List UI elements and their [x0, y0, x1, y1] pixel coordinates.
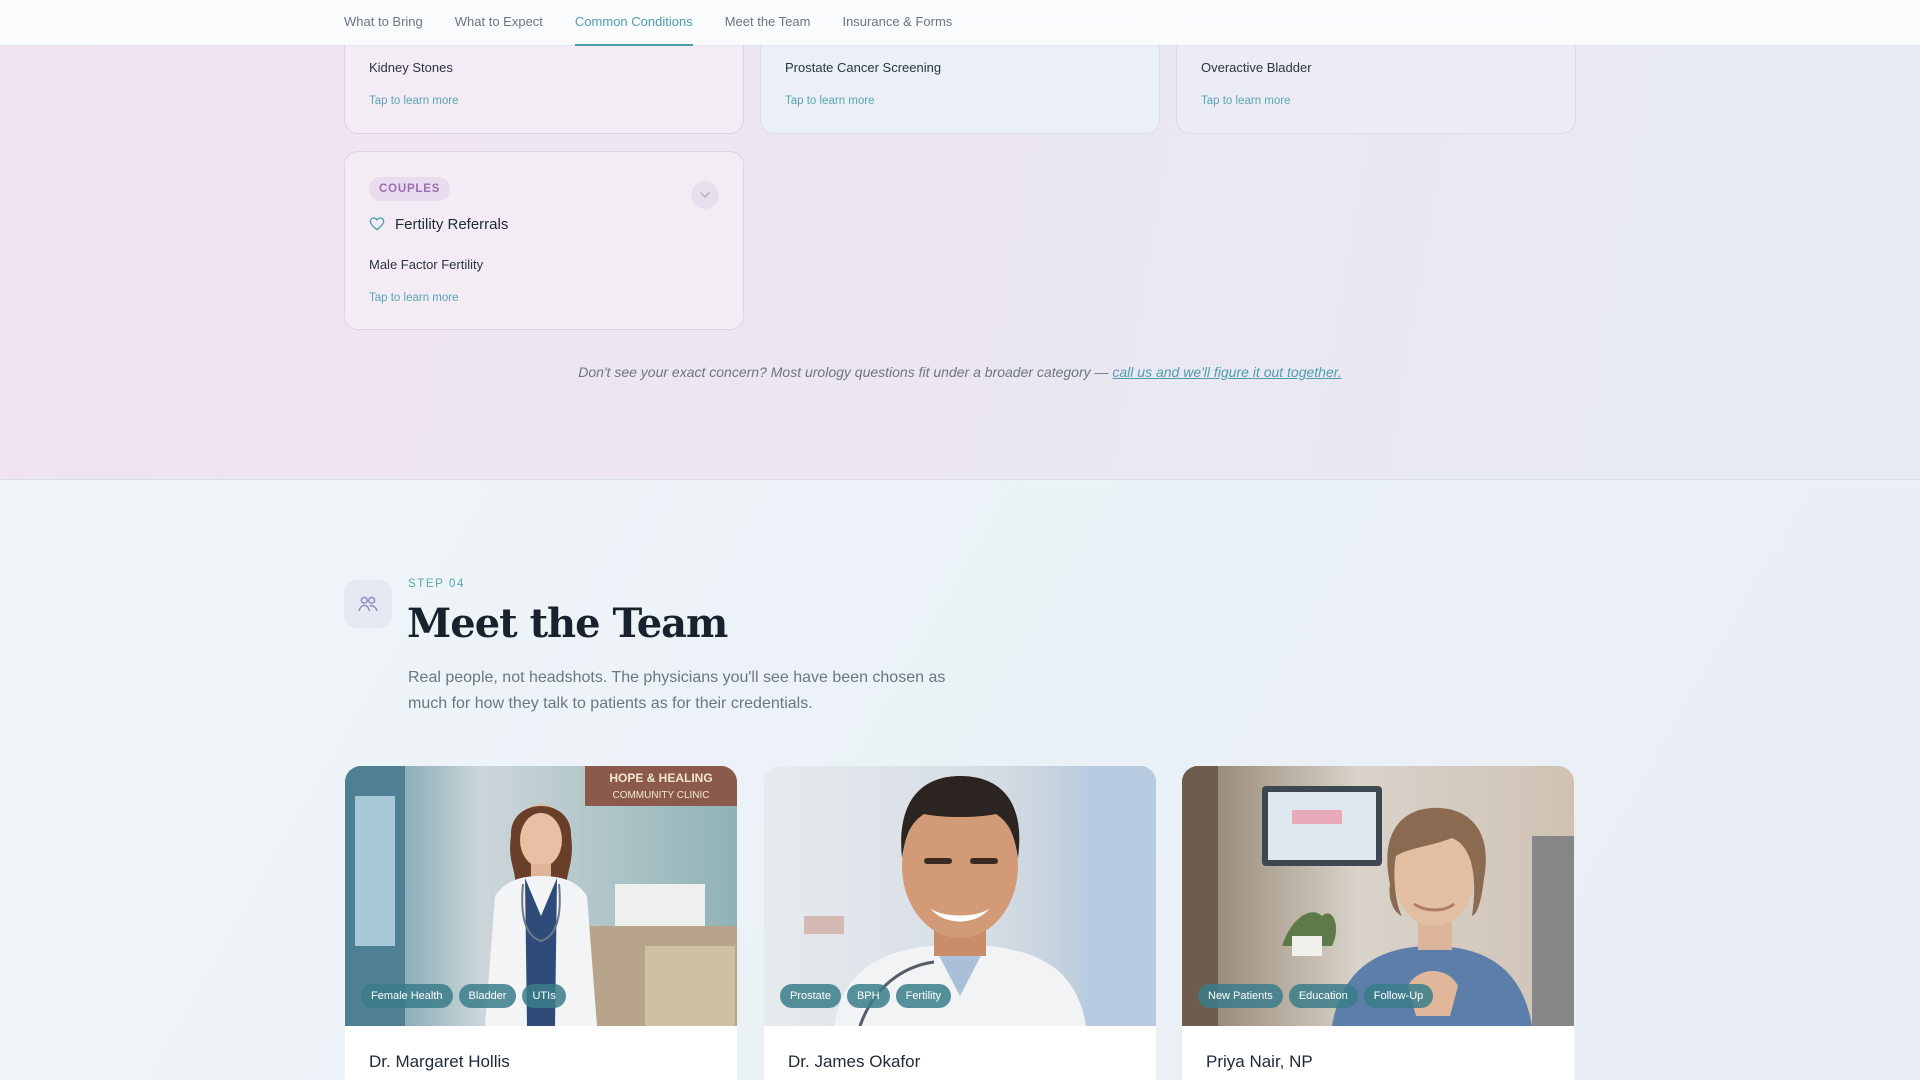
member-name: Priya Nair, NP — [1206, 1052, 1313, 1071]
learn-more-link[interactable]: Tap to learn more — [369, 95, 459, 107]
chevron-down-icon — [700, 192, 710, 198]
nav-link-what-to-expect[interactable]: What to Expect — [455, 0, 543, 46]
section-description: Real people, not headshots. The physicia… — [408, 669, 946, 712]
svg-text:COMMUNITY CLINIC: COMMUNITY CLINIC — [612, 790, 709, 801]
member-name: Dr. Margaret Hollis — [369, 1052, 510, 1071]
expand-button[interactable] — [691, 181, 719, 209]
specialty-tag: Bladder — [458, 984, 517, 1008]
condition-name: Kidney Stones — [369, 60, 453, 75]
meet-the-team-section: STEP 04 Meet the Team Real people, not h… — [0, 481, 1920, 1080]
nav-link-what-to-bring[interactable]: What to Bring — [344, 0, 423, 46]
step-label: STEP 04 — [408, 578, 466, 590]
specialty-tag: New Patients — [1198, 984, 1283, 1008]
common-conditions-section: Kidney Stones Tap to learn more Prostate… — [0, 0, 1920, 480]
specialty-tag: Education — [1288, 984, 1358, 1008]
users-icon — [358, 596, 378, 612]
svg-text:HOPE & HEALING: HOPE & HEALING — [609, 771, 712, 785]
condition-card-fertility-referrals[interactable]: COUPLES Fertility Referrals Male Factor … — [344, 151, 744, 330]
specialty-tag: BPH — [846, 984, 890, 1008]
condition-name: Prostate Cancer Screening — [785, 60, 942, 75]
member-tags: Prostate BPH Fertility — [780, 984, 957, 1008]
member-tags: New Patients Education Follow-Up — [1198, 984, 1439, 1008]
nav-link-insurance-forms[interactable]: Insurance & Forms — [842, 0, 952, 46]
section-title: Meet the Team — [407, 600, 728, 647]
concern-note-text: Don't see your exact concern? Most urolo… — [578, 364, 1113, 380]
specialty-tag: Female Health — [361, 984, 453, 1008]
step-icon-box — [344, 580, 392, 628]
learn-more-link[interactable]: Tap to learn more — [785, 95, 875, 107]
heart-icon — [369, 217, 385, 231]
specialty-tag: Prostate — [780, 984, 841, 1008]
call-us-link[interactable]: call us and we'll figure it out together… — [1112, 364, 1341, 380]
concern-note: Don't see your exact concern? Most urolo… — [0, 364, 1920, 380]
learn-more-link[interactable]: Tap to learn more — [1201, 95, 1291, 107]
team-member-card[interactable]: HOPE & HEALING COMMUNITY CLINIC Female H… — [345, 766, 737, 1080]
condition-category-title: Fertility Referrals — [395, 216, 509, 233]
specialty-tag: Follow-Up — [1363, 984, 1434, 1008]
couples-badge: COUPLES — [369, 177, 451, 201]
condition-name: Overactive Bladder — [1201, 60, 1312, 75]
condition-name: Male Factor Fertility — [369, 257, 484, 272]
team-member-card[interactable]: New Patients Education Follow-Up Priya N… — [1182, 766, 1574, 1080]
specialty-tag: Fertility — [895, 984, 952, 1008]
member-name: Dr. James Okafor — [788, 1052, 921, 1071]
member-tags: Female Health Bladder UTIs — [361, 984, 572, 1008]
nav-link-meet-the-team[interactable]: Meet the Team — [725, 0, 811, 46]
team-member-card[interactable]: Prostate BPH Fertility Dr. James Okafor — [764, 766, 1156, 1080]
specialty-tag: UTIs — [522, 984, 566, 1008]
nav-link-common-conditions[interactable]: Common Conditions — [574, 0, 693, 46]
learn-more-link[interactable]: Tap to learn more — [369, 292, 459, 304]
top-navigation: What to Bring What to Expect Common Cond… — [0, 0, 1920, 46]
